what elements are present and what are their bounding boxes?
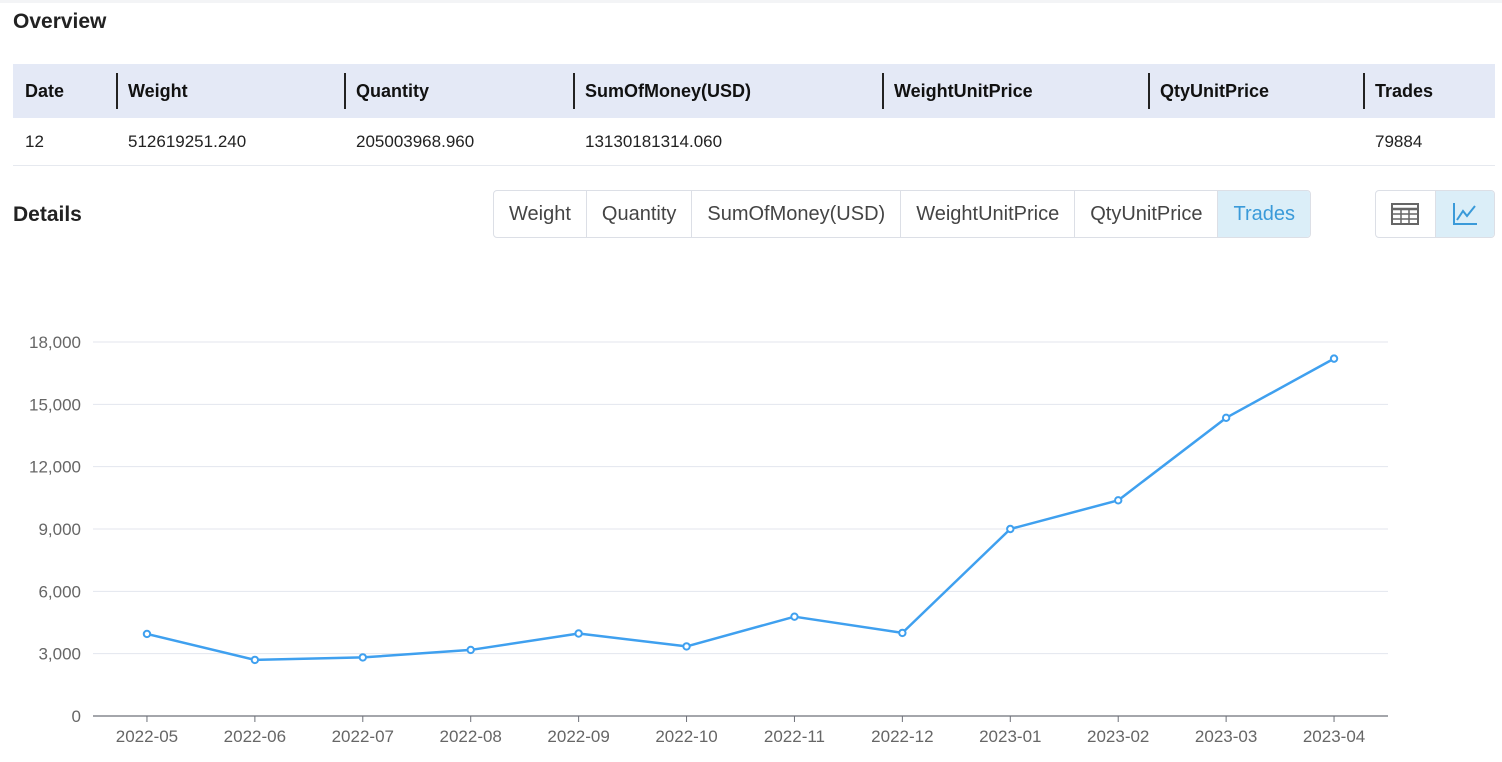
y-tick-label: 0	[72, 707, 81, 726]
col-header-trades: Trades	[1363, 64, 1495, 118]
x-tick-label: 2023-02	[1087, 727, 1149, 746]
col-header-sum-of-money: SumOfMoney(USD)	[573, 64, 882, 118]
tab-qty-unit-price[interactable]: QtyUnitPrice	[1075, 191, 1219, 237]
data-point	[1329, 354, 1339, 363]
data-point	[466, 645, 475, 655]
table-icon	[1391, 203, 1420, 225]
col-header-weight: Weight	[116, 64, 344, 118]
data-point	[1221, 413, 1231, 423]
cell-sum-of-money: 13130181314.060	[573, 118, 882, 166]
view-toggle	[1375, 190, 1495, 238]
y-tick-label: 9,000	[38, 520, 81, 539]
tab-sum-of-money[interactable]: SumOfMoney(USD)	[692, 191, 902, 237]
cell-weight: 512619251.240	[116, 118, 344, 166]
chart-view-button[interactable]	[1434, 191, 1494, 237]
x-tick-label: 2022-09	[547, 727, 609, 746]
x-tick-label: 2022-05	[116, 727, 178, 746]
top-divider	[0, 0, 1502, 3]
tab-trades[interactable]: Trades	[1218, 191, 1310, 237]
tab-weight[interactable]: Weight	[494, 191, 587, 237]
tab-quantity[interactable]: Quantity	[587, 191, 693, 237]
data-point	[142, 629, 152, 639]
details-title: Details	[13, 203, 82, 226]
x-tick-label: 2023-04	[1303, 727, 1365, 746]
x-tick-label: 2022-11	[764, 727, 825, 746]
x-tick-label: 2022-07	[332, 727, 394, 746]
overview-table: Date Weight Quantity SumOfMoney(USD) Wei…	[13, 64, 1495, 166]
data-point	[358, 653, 367, 662]
data-point	[1006, 524, 1015, 534]
data-point	[898, 628, 907, 638]
data-point	[790, 612, 799, 621]
col-header-weight-unit-price: WeightUnitPrice	[882, 64, 1148, 118]
y-tick-label: 15,000	[29, 395, 81, 414]
x-tick-label: 2023-01	[979, 727, 1041, 746]
y-tick-label: 18,000	[29, 333, 81, 352]
table-view-button[interactable]	[1376, 191, 1435, 237]
cell-date: 12	[13, 118, 116, 166]
y-tick-label: 3,000	[38, 645, 81, 664]
cell-qty-unit-price	[1148, 118, 1363, 166]
x-tick-label: 2022-12	[871, 727, 933, 746]
cell-weight-unit-price	[882, 118, 1148, 166]
trades-line-chart: 0 3,000 6,000 9,000 12,000 15,000 18,000 2022-0…	[29, 333, 1388, 746]
table-row: 12 512619251.240 205003968.960 131301813…	[13, 118, 1495, 166]
col-header-date: Date	[13, 64, 116, 118]
y-tick-label: 6,000	[38, 582, 81, 601]
x-tick-label: 2022-06	[224, 727, 286, 746]
data-point	[682, 642, 691, 651]
data-point	[574, 629, 583, 638]
overview-title: Overview	[13, 10, 107, 33]
x-tick-label: 2023-03	[1195, 727, 1257, 746]
tab-weight-unit-price[interactable]: WeightUnitPrice	[901, 191, 1076, 237]
x-tick-label: 2022-08	[440, 727, 502, 746]
col-header-qty-unit-price: QtyUnitPrice	[1148, 64, 1363, 118]
line-chart-icon	[1452, 203, 1477, 225]
series-line	[146, 357, 1335, 662]
overview-header-row: Date Weight Quantity SumOfMoney(USD) Wei…	[13, 64, 1495, 118]
data-point	[1114, 496, 1123, 505]
col-header-quantity: Quantity	[344, 64, 573, 118]
x-tick-label: 2022-10	[655, 727, 717, 746]
cell-quantity: 205003968.960	[344, 118, 573, 166]
metric-tabs: Weight Quantity SumOfMoney(USD) WeightUn…	[493, 190, 1311, 238]
data-point	[250, 655, 260, 665]
y-tick-label: 12,000	[29, 458, 81, 477]
cell-trades: 79884	[1363, 118, 1495, 166]
